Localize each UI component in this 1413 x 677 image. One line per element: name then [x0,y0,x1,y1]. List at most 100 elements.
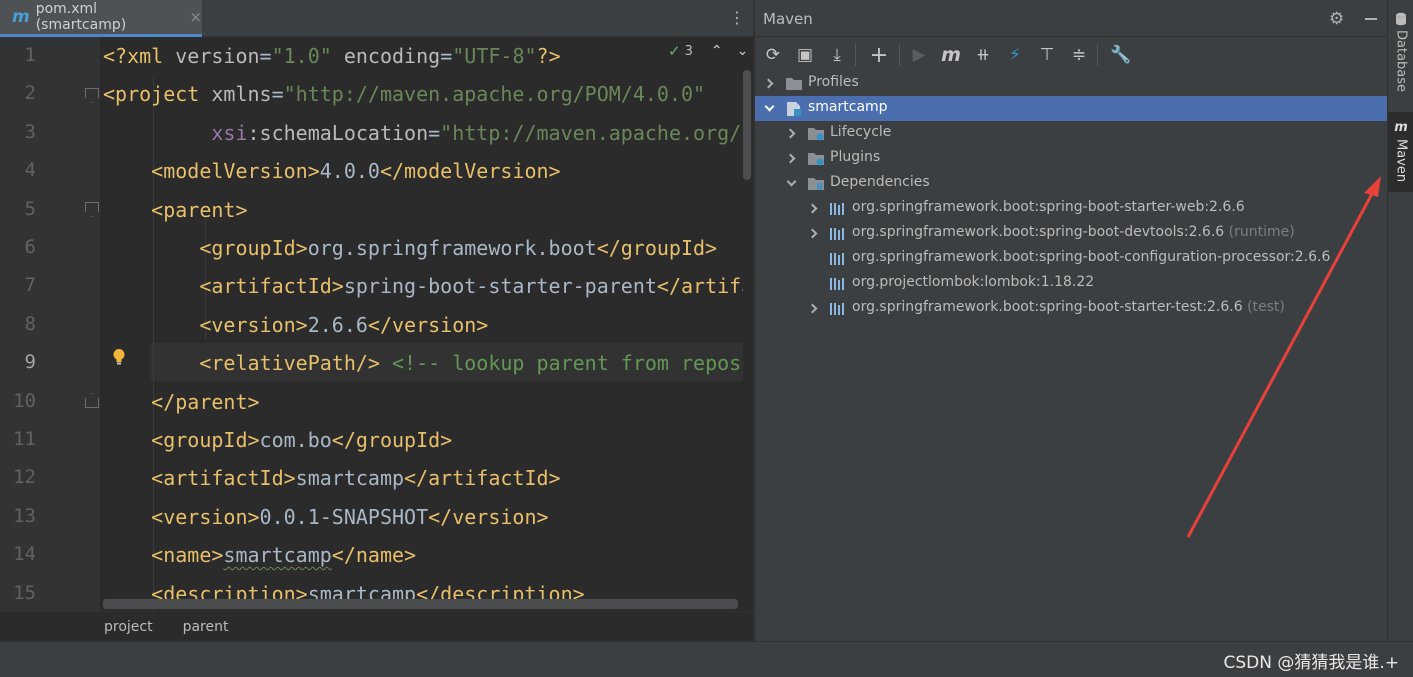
code-line: <artifactId>smartcamp</artifactId> [103,459,560,497]
execute-goal-icon[interactable]: m [939,43,963,67]
chevron-right-icon[interactable] [807,228,818,239]
close-icon[interactable]: × [189,8,202,26]
add-folder-icon[interactable]: ▣ [793,43,817,67]
tree-node[interactable]: org.springframework.boot:spring-boot-sta… [755,196,1387,221]
tree-node[interactable]: smartcamp [755,96,1387,121]
tree-node[interactable]: org.springframework.boot:spring-boot-con… [755,246,1387,271]
breadcrumb-item-project[interactable]: project [104,619,153,635]
line-number: 6 [24,236,36,258]
code-token: = [259,44,272,68]
code-line: <groupId>com.bo</groupId> [103,421,452,459]
tree-node-label: Dependencies [830,174,930,190]
chevron-right-icon[interactable] [807,203,818,214]
code-line: <artifactId>spring-boot-starter-parent</… [103,267,743,305]
code-line: <parent> [103,191,247,229]
chevron-right-icon[interactable] [785,153,796,164]
tab-label: pom.xml (smartcamp) [35,1,127,33]
line-number: 7 [24,274,36,297]
chevron-down-icon[interactable] [786,176,797,187]
line-number: 2 [24,82,36,105]
tree-node[interactable]: org.projectlombok:lombok:1.18.22 [755,271,1387,296]
check-icon: ✓ [668,42,681,60]
code-token: <modelVersion> [151,159,320,184]
tree-node-label: org.springframework.boot:spring-boot-sta… [852,299,1285,315]
maven-header: Maven ⚙ [755,0,1387,37]
code-token: <relativePath/> [199,351,380,376]
code-token: <groupId> [151,428,260,452]
tree-node[interactable]: org.springframework.boot:spring-boot-dev… [755,221,1387,246]
tree-node[interactable]: org.springframework.boot:spring-boot-sta… [755,296,1387,321]
code-token: :schemaLocation [247,120,429,145]
code-token: <name> [151,543,224,568]
tab-pom-xml[interactable]: m pom.xml (smartcamp) × [0,0,202,37]
code-token: xsi [211,120,248,145]
show-dependencies-icon[interactable]: ⊤ [1035,43,1059,67]
download-icon[interactable]: ⤓ [825,43,849,67]
editor-tab-bar: m pom.xml (smartcamp) × ⋮ [0,0,753,37]
breadcrumb-item-parent[interactable]: parent [183,619,229,635]
code-token: "UTF-8" [452,44,537,68]
sidebar-tab-label: Maven [1393,139,1409,183]
vertical-scrollbar[interactable] [743,70,751,180]
gear-icon[interactable]: ⚙ [1329,9,1344,29]
right-tool-strip: Database m Maven [1387,0,1413,641]
inspection-count: 3 [684,43,693,59]
code-line: <?xml version="1.0" encoding="UTF-8"?> [103,37,561,75]
line-number: 5 [24,197,36,220]
code-token: ?> [536,44,561,68]
code-line: <groupId>org.springframework.boot</group… [103,229,717,267]
code-token: </version> [367,312,489,337]
tree-node[interactable]: Plugins [755,146,1387,171]
reload-icon[interactable]: ⟳ [761,43,785,67]
code-token: <groupId> [199,236,308,260]
code-token: </artifactId> [656,274,743,299]
run-icon[interactable]: ▶ [907,43,931,67]
code-line: xsi:schemaLocation="http://maven.apache.… [103,114,743,152]
collapse-all-icon[interactable]: ≑ [1067,43,1091,67]
chevron-right-icon[interactable] [807,303,818,314]
tree-node-text: Plugins [830,149,881,165]
code-token: </name> [331,543,417,568]
code-line: <relativePath/> <!-- lookup parent from … [103,344,743,382]
line-number: 8 [24,312,36,335]
sidebar-tab-database[interactable]: Database [1388,12,1413,96]
folder-gear-icon [808,153,824,166]
skip-tests-icon[interactable]: ⚡ [1003,43,1027,67]
add-icon[interactable]: + [867,43,891,68]
code-line: <name>smartcamp</name> [103,536,416,574]
tree-node-label: org.springframework.boot:spring-boot-con… [852,249,1330,265]
tree-node[interactable]: Profiles [755,71,1387,96]
database-icon [1396,12,1406,26]
sidebar-tab-maven[interactable]: m Maven [1388,112,1413,192]
code-token: smartcamp [295,466,405,491]
chevron-down-icon[interactable]: ⌄ [737,43,749,59]
line-number: 10 [13,389,36,412]
horizontal-scrollbar[interactable] [103,599,738,609]
library-icon [830,303,844,315]
chevron-right-icon[interactable] [763,78,774,89]
code-token: "1.0" [271,44,332,68]
tree-node-text: Lifecycle [830,124,892,140]
tree-node[interactable]: Lifecycle [755,121,1387,146]
line-number: 1 [24,44,36,66]
code-token: </groupId> [331,428,453,452]
tree-node-text: org.projectlombok:lombok:1.18.22 [852,274,1095,290]
inspection-widget[interactable]: ✓ 3 ⌃ ⌄ [668,42,748,60]
tree-node-text: Profiles [808,74,859,90]
chevron-up-icon[interactable]: ⌃ [711,43,723,59]
code-line: <version>2.6.6</version> [103,306,488,344]
code-area[interactable]: <?xml version="1.0" encoding="UTF-8"?> <p… [100,37,743,611]
minimize-icon[interactable] [1365,18,1377,20]
line-number: 4 [24,159,36,182]
more-vertical-icon[interactable]: ⋮ [729,8,745,27]
chevron-down-icon[interactable] [764,101,775,112]
toggle-offline-icon[interactable]: ⧺ [971,43,995,67]
settings-wrench-icon[interactable]: 🔧 [1109,43,1133,67]
chevron-right-icon[interactable] [785,128,796,139]
tree-node[interactable]: Dependencies [755,171,1387,196]
